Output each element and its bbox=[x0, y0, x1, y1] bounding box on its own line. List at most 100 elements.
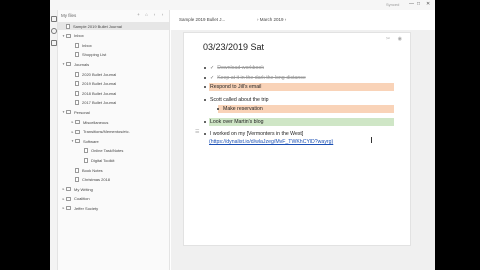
tree-folder[interactable]: ▸ Jeffer Society bbox=[58, 204, 169, 212]
tree-item-label: Online Task/Notes bbox=[91, 148, 124, 154]
folder-icon bbox=[75, 139, 80, 144]
tree-document[interactable]: 2018 Bullet Journal bbox=[58, 89, 169, 97]
folder-icon bbox=[66, 33, 71, 38]
tree-item-label: Coalition bbox=[74, 196, 90, 202]
document-icon bbox=[75, 52, 79, 58]
bullet-dot-icon[interactable] bbox=[204, 86, 206, 88]
folder-icon bbox=[75, 120, 80, 124]
document-icon bbox=[75, 71, 79, 77]
close-button[interactable]: ✕ bbox=[426, 1, 430, 7]
bullet-dot-icon[interactable] bbox=[204, 133, 206, 135]
bullet-dot-icon[interactable] bbox=[204, 67, 206, 69]
file-tree-sidebar: My files + ⌂ ‹ › Sample 2019 Bullet Jour… bbox=[58, 10, 170, 270]
tree-item-label: Digital Toolkit bbox=[91, 157, 115, 163]
tree-item-label: Book Notes bbox=[82, 167, 103, 173]
breadcrumb-node-caret: › bbox=[284, 17, 287, 22]
tree-folder[interactable]: ▾ Software bbox=[58, 137, 169, 145]
document-icon bbox=[75, 167, 79, 173]
bullet-dot-icon[interactable] bbox=[204, 99, 206, 101]
drag-handle-icon[interactable]: ☰ bbox=[195, 129, 199, 135]
sync-status: Synced bbox=[386, 2, 400, 7]
folder-icon bbox=[66, 187, 71, 192]
tree-document[interactable]: Inbox bbox=[58, 41, 169, 49]
bullet-item[interactable]: Make reservation bbox=[212, 104, 263, 114]
bullet-link[interactable]: (https://dynalist.io/d/wlaJzeg/MvF_TWKhC… bbox=[209, 139, 333, 145]
bullet-text: Scott called about the trip bbox=[210, 97, 269, 103]
bookmark-icon[interactable] bbox=[51, 40, 57, 46]
bullet-text: Look over Martin's blog bbox=[210, 119, 264, 125]
tree-item-label: Inbox bbox=[74, 33, 84, 39]
tree-item-label: Inbox bbox=[82, 42, 92, 48]
home-button[interactable]: ⌂ bbox=[144, 12, 149, 17]
document-header: Sample 2019 Bullet J... › March 2019 › bbox=[171, 10, 435, 30]
bullet-dot-icon[interactable] bbox=[217, 108, 219, 110]
folder-icon bbox=[66, 110, 71, 115]
document-title[interactable]: 03/23/2019 Sat bbox=[203, 42, 264, 52]
tree-document[interactable]: Book Notes bbox=[58, 166, 169, 174]
bullet-text: Keep at it in the dark the long-distance bbox=[217, 75, 306, 81]
checkmark-icon: ✓ bbox=[210, 75, 215, 81]
collapse-button[interactable]: ‹ bbox=[152, 12, 157, 17]
folder-icon bbox=[75, 129, 80, 134]
breadcrumb-node-label: March 2019 bbox=[259, 17, 284, 22]
folder-icon bbox=[66, 62, 71, 67]
folder-icon bbox=[66, 206, 71, 211]
document-icon bbox=[75, 90, 79, 96]
maximize-button[interactable]: □ bbox=[417, 1, 420, 7]
document-icon bbox=[84, 148, 88, 154]
minimize-button[interactable]: — bbox=[409, 1, 414, 7]
files-icon[interactable] bbox=[51, 16, 57, 22]
tree-folder[interactable]: ▸ Coalition bbox=[58, 195, 169, 203]
checkmark-icon: ✓ bbox=[210, 65, 215, 71]
breadcrumb-node[interactable]: › March 2019 › bbox=[257, 17, 286, 22]
tree-item-label: 2018 Bullet Journal bbox=[82, 90, 117, 96]
bullet-text: Download workbook bbox=[217, 65, 264, 71]
tree-item-label: Christmas 2018 bbox=[82, 177, 111, 183]
bullet-item[interactable]: Respond to Jill's email bbox=[199, 82, 261, 92]
tree-item-label: 2017 Bullet Journal bbox=[82, 100, 117, 106]
document-icon bbox=[66, 23, 70, 29]
tree-item-label: Journals bbox=[74, 61, 90, 67]
tree-document[interactable]: Christmas 2018 bbox=[58, 176, 169, 184]
tree-item-label: 2019 Bullet Journal bbox=[82, 81, 117, 87]
tree-folder[interactable]: ▸ Miscellaneous bbox=[58, 118, 169, 126]
tree-folder[interactable]: ▾ Inbox bbox=[58, 32, 169, 40]
tree-folder[interactable]: ▸ Transitions/Mementos/etc. bbox=[58, 128, 169, 136]
tree-item-label: Shopping List bbox=[82, 52, 107, 58]
tree-document[interactable]: 2017 Bullet Journal bbox=[58, 99, 169, 107]
tree-folder[interactable]: ▾ Journals bbox=[58, 60, 169, 68]
folder-icon bbox=[66, 196, 71, 201]
bullet-item[interactable]: Look over Martin's blog bbox=[199, 117, 263, 127]
icon-rail bbox=[50, 10, 58, 270]
text-cursor bbox=[371, 137, 372, 143]
bullet-dot-icon[interactable] bbox=[204, 121, 206, 123]
breadcrumb-separator: › bbox=[257, 17, 259, 22]
tree-document[interactable]: 2019 Bullet Journal bbox=[58, 80, 169, 88]
bullet-text: Respond to Jill's email bbox=[210, 84, 262, 90]
document-icon bbox=[84, 157, 88, 163]
tree-item-label: Transitions/Mementos/etc. bbox=[83, 129, 130, 135]
tree-item-label: Jeffer Society bbox=[74, 205, 99, 211]
search-icon[interactable] bbox=[51, 28, 57, 34]
tree-document[interactable]: Online Task/Notes bbox=[58, 147, 169, 155]
expand-button[interactable]: › bbox=[160, 12, 165, 17]
tree-document[interactable]: Shopping List bbox=[58, 51, 169, 59]
document-icon bbox=[75, 100, 79, 106]
tree-folder[interactable]: ▾ Personal bbox=[58, 108, 169, 116]
tree-document[interactable]: Digital Toolkit bbox=[58, 156, 169, 164]
tree-document[interactable]: Sample 2019 Bullet Journal bbox=[58, 22, 169, 30]
tree-item-label: Personal bbox=[74, 109, 90, 115]
tree-item-label: 2020 Bullet Journal bbox=[82, 71, 117, 77]
add-file-button[interactable]: + bbox=[136, 12, 141, 17]
tree-document[interactable]: 2020 Bullet Journal bbox=[58, 70, 169, 78]
tree-item-label: Software bbox=[83, 138, 99, 144]
tree-item-label: Miscellaneous bbox=[83, 119, 109, 125]
bullet-item[interactable]: (https://dynalist.io/d/wlaJzeg/MvF_TWKhC… bbox=[209, 137, 333, 147]
document-icon bbox=[75, 81, 79, 87]
tree-folder[interactable]: ▸ My Writing bbox=[58, 185, 169, 193]
document-tools[interactable]: ✂ ◉ bbox=[386, 36, 405, 42]
title-bar: Synced — □ ✕ bbox=[50, 0, 435, 10]
bullet-item[interactable]: ✓ Download workbook bbox=[199, 63, 264, 73]
breadcrumb-document[interactable]: Sample 2019 Bullet J... bbox=[179, 17, 225, 22]
bullet-dot-icon[interactable] bbox=[204, 77, 206, 79]
